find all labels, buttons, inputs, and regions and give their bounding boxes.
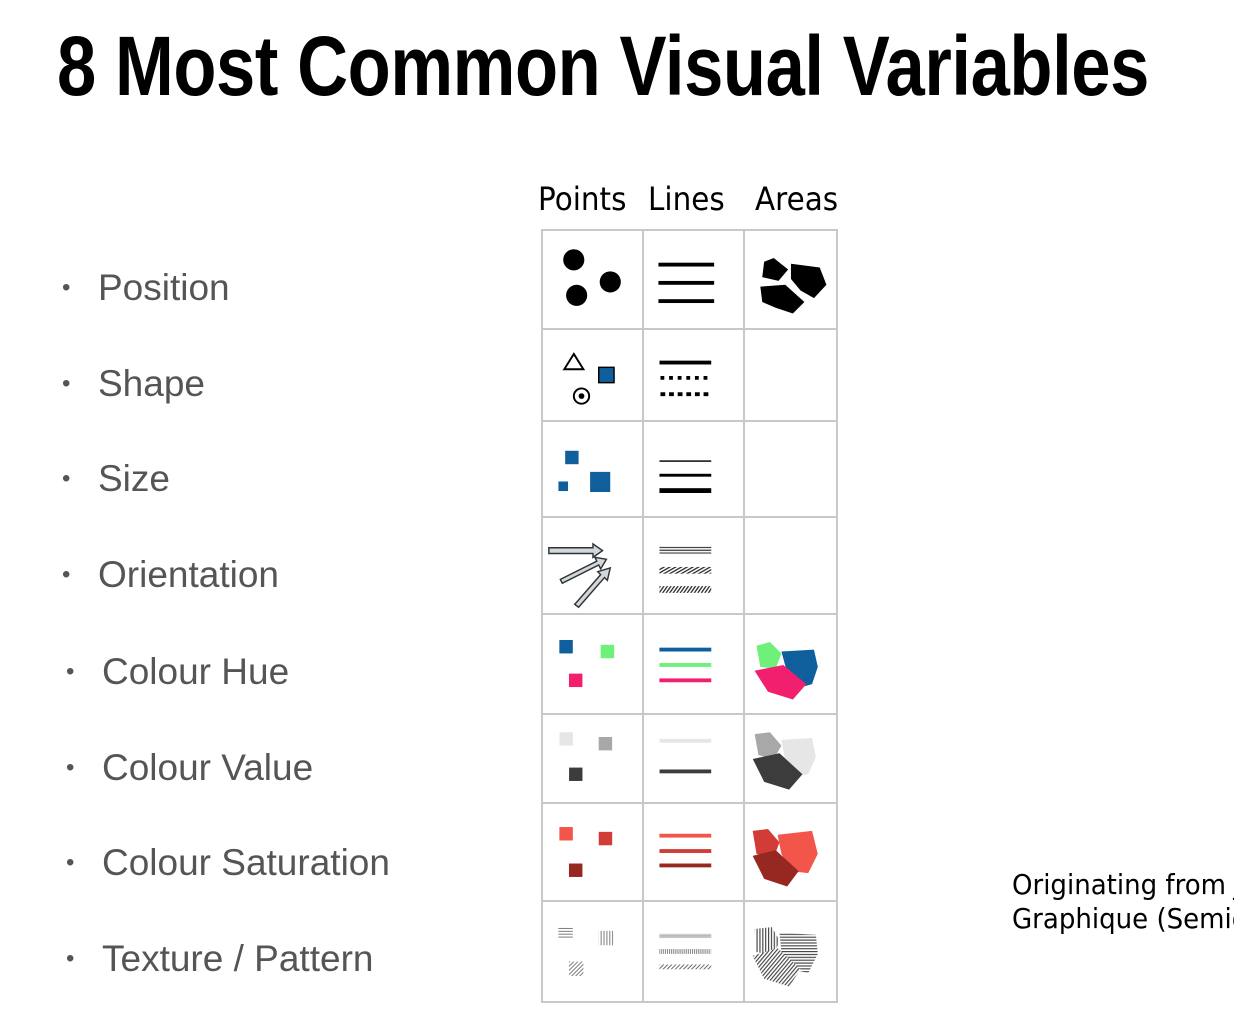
column-header-points: Points: [538, 180, 627, 218]
cell-saturation-areas: [743, 802, 838, 902]
cell-shape-points: [541, 328, 644, 422]
variable-colour-value: • Colour Value: [66, 747, 314, 788]
position-lines-symbol: [658, 262, 715, 304]
cell-shape-lines: [642, 328, 745, 422]
saturation-areas-symbol: [752, 829, 818, 887]
bullet: •: [66, 945, 75, 972]
variable-colour-hue: • Colour Hue: [66, 651, 290, 692]
hue-areas-symbol: [754, 641, 818, 700]
bullet: •: [66, 849, 75, 876]
hue-points-symbol: [559, 639, 615, 688]
size-lines-symbol: [659, 460, 712, 493]
variable-orientation: • Orientation: [62, 554, 279, 595]
cell-size-points: [541, 420, 644, 518]
variable-label: Texture / Pattern: [102, 938, 374, 979]
column-header-lines: Lines: [648, 180, 725, 218]
bullet: •: [66, 754, 75, 781]
credit-line-2: Graphique (Semio: [1012, 902, 1234, 935]
cell-texture-lines: [642, 900, 745, 1003]
cell-value-lines: [642, 713, 745, 804]
shape-points-symbol: [562, 352, 615, 405]
shape-lines-symbol: [659, 360, 712, 397]
cell-shape-areas: [743, 328, 838, 422]
variable-label: Colour Value: [102, 747, 314, 788]
credit-line-1: Originating from J: [1012, 868, 1234, 901]
orientation-points-symbol: [548, 542, 612, 609]
variable-colour-saturation: • Colour Saturation: [66, 842, 390, 883]
bullet: •: [66, 658, 75, 685]
variable-label: Size: [98, 458, 170, 499]
saturation-points-symbol: [559, 827, 613, 877]
page-title: 8 Most Common Visual Variables: [57, 19, 1149, 113]
variable-label: Shape: [98, 363, 205, 404]
variable-texture-pattern: • Texture / Pattern: [66, 938, 374, 979]
visual-variables-grid: [541, 229, 838, 1003]
variable-label: Colour Saturation: [102, 842, 390, 883]
value-areas-symbol: [752, 732, 816, 790]
position-points-symbol: [563, 249, 621, 306]
orientation-lines-symbol: [659, 546, 712, 593]
source-credit: Originating from J Graphique (Semio: [1012, 868, 1234, 938]
cell-saturation-lines: [642, 802, 745, 902]
bullet: •: [62, 274, 71, 301]
cell-hue-points: [541, 613, 644, 715]
cell-orientation-lines: [642, 516, 745, 615]
hue-lines-symbol: [659, 647, 712, 683]
saturation-lines-symbol: [659, 833, 712, 868]
column-header-areas: Areas: [755, 180, 839, 218]
cell-value-points: [541, 713, 644, 804]
bullet: •: [62, 561, 71, 588]
value-points-symbol: [559, 732, 613, 781]
cell-position-points: [541, 229, 644, 330]
cell-orientation-points: [541, 516, 644, 615]
cell-texture-areas: [743, 900, 838, 1003]
bullet: •: [62, 370, 71, 397]
cell-hue-lines: [642, 613, 745, 715]
cell-hue-areas: [743, 613, 838, 715]
variable-shape: • Shape: [62, 363, 205, 404]
cell-value-areas: [743, 713, 838, 804]
texture-points-symbol: [558, 926, 614, 977]
cell-texture-points: [541, 900, 644, 1003]
texture-lines-symbol: [659, 933, 712, 970]
texture-areas-symbol: [752, 927, 818, 987]
variable-label: Colour Hue: [102, 651, 290, 692]
bullet: •: [62, 465, 71, 492]
position-areas-symbol: [760, 257, 827, 314]
cell-size-lines: [642, 420, 745, 518]
cell-size-areas: [743, 420, 838, 518]
size-points-symbol: [558, 450, 611, 493]
variable-label: Orientation: [98, 554, 279, 595]
cell-position-areas: [743, 229, 838, 330]
variable-label: Position: [98, 267, 230, 308]
value-lines-symbol: [659, 738, 712, 774]
cell-position-lines: [642, 229, 745, 330]
variable-position: • Position: [62, 267, 230, 308]
cell-saturation-points: [541, 802, 644, 902]
cell-orientation-areas: [743, 516, 838, 615]
variable-size: • Size: [62, 458, 170, 499]
